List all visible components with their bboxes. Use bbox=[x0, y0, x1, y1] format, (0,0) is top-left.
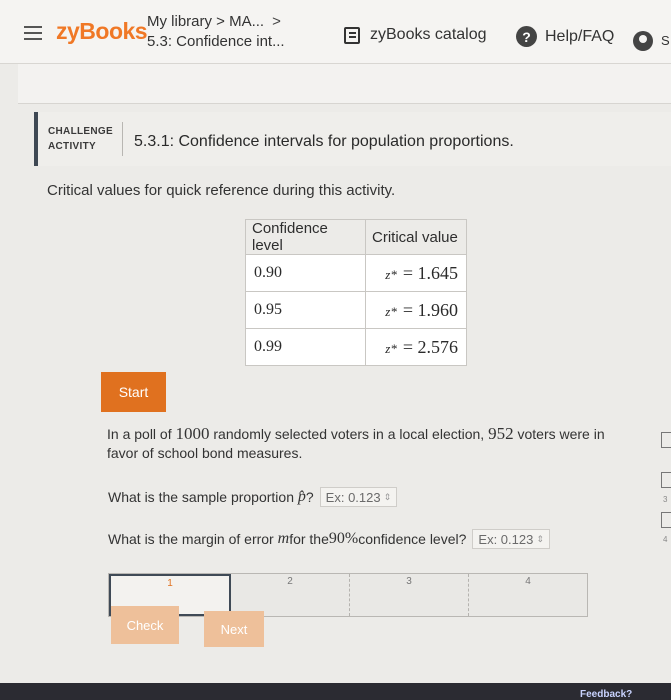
critical-values-table: Confidence level Critical value 0.90 z* =… bbox=[245, 219, 467, 366]
bottom-bar bbox=[0, 683, 671, 700]
help-label: Help/FAQ bbox=[545, 27, 615, 45]
critical-value: = 2.576 bbox=[402, 336, 458, 357]
activity-label-line1: CHALLENGE bbox=[48, 126, 113, 137]
catalog-label: zyBooks catalog bbox=[370, 26, 487, 43]
critical-value-cell: z* = 1.645 bbox=[365, 254, 467, 292]
catalog-link[interactable]: zyBooks catalog bbox=[344, 26, 487, 44]
start-button[interactable]: Start bbox=[101, 372, 166, 412]
table-header-row: Confidence level Critical value bbox=[245, 219, 467, 255]
question-text: What is the margin of error bbox=[108, 531, 274, 547]
step-number: 4 bbox=[525, 576, 531, 587]
spinner-icon[interactable]: ⇕ bbox=[384, 492, 392, 503]
critical-value-cell: z* = 2.576 bbox=[365, 328, 467, 366]
menu-icon[interactable] bbox=[24, 26, 42, 40]
question-text: What is the sample proportion bbox=[108, 489, 294, 505]
breadcrumb[interactable]: My library > MA... > 5.3: Confidence int.… bbox=[147, 12, 285, 52]
problem-text: randomly selected voters in a local elec… bbox=[209, 426, 489, 442]
p-hat-symbol: p̂ bbox=[297, 488, 306, 505]
help-link[interactable]: ? Help/FAQ bbox=[516, 26, 614, 47]
breadcrumb-library[interactable]: My library > MA... bbox=[147, 13, 264, 30]
m-symbol: m bbox=[277, 530, 290, 547]
check-button[interactable]: Check bbox=[111, 606, 179, 644]
sample-size: 1000 bbox=[175, 424, 210, 443]
bookmark-icon[interactable] bbox=[661, 512, 671, 528]
sub-bar bbox=[18, 64, 671, 104]
input-placeholder: Ex: 0.123 bbox=[325, 489, 381, 505]
breadcrumb-section[interactable]: 5.3: Confidence int... bbox=[147, 32, 285, 52]
next-button[interactable]: Next bbox=[204, 611, 264, 647]
confidence-level-cell: 0.90 bbox=[245, 254, 366, 292]
question-margin-of-error: What is the margin of error m for the 90… bbox=[108, 529, 550, 549]
input-placeholder: Ex: 0.123 bbox=[478, 531, 534, 547]
question-text: for the bbox=[289, 531, 329, 547]
margin-of-error-input[interactable]: Ex: 0.123 ⇕ bbox=[472, 529, 550, 549]
critical-value: = 1.645 bbox=[402, 262, 458, 283]
col-header-critical: Critical value bbox=[365, 219, 467, 255]
favor-count: 952 bbox=[488, 424, 514, 443]
table-row: 0.95 z* = 1.960 bbox=[245, 291, 467, 329]
challenge-activity-header: CHALLENGE ACTIVITY 5.3.1: Confidence int… bbox=[34, 112, 671, 166]
bookmark-icon[interactable] bbox=[661, 472, 671, 488]
progress-step-3[interactable]: 3 bbox=[350, 574, 469, 616]
bookmark-icon[interactable] bbox=[661, 432, 671, 448]
step-number: 1 bbox=[167, 578, 173, 589]
critical-value-cell: z* = 1.960 bbox=[365, 291, 467, 329]
question-text: confidence level? bbox=[358, 531, 467, 547]
confidence-level-cell: 0.99 bbox=[245, 328, 366, 366]
user-initial[interactable]: S bbox=[661, 33, 670, 48]
question-text: ? bbox=[305, 489, 314, 505]
z-star: z* bbox=[385, 303, 397, 319]
confidence-level-cell: 0.95 bbox=[245, 291, 366, 329]
feedback-link[interactable]: Feedback? bbox=[580, 689, 632, 700]
progress-bar: 1 2 3 4 bbox=[108, 573, 588, 617]
question-sample-proportion: What is the sample proportion p̂? Ex: 0.… bbox=[108, 487, 398, 507]
zybooks-logo[interactable]: zyBooks bbox=[56, 18, 148, 45]
intro-text: Critical values for quick reference duri… bbox=[47, 182, 396, 199]
confidence-percent: 90% bbox=[328, 530, 359, 547]
critical-value: = 1.960 bbox=[402, 299, 458, 320]
edge-step-number: 3 bbox=[663, 495, 668, 504]
sample-proportion-input[interactable]: Ex: 0.123 ⇕ bbox=[319, 487, 398, 507]
spinner-icon[interactable]: ⇕ bbox=[536, 534, 544, 545]
chevron-right-icon: > bbox=[272, 13, 281, 30]
user-icon[interactable] bbox=[633, 31, 653, 51]
table-row: 0.90 z* = 1.645 bbox=[245, 254, 467, 292]
activity-type-label: CHALLENGE ACTIVITY bbox=[48, 124, 113, 154]
edge-step-number: 4 bbox=[663, 535, 668, 544]
step-number: 3 bbox=[406, 576, 412, 587]
progress-step-4[interactable]: 4 bbox=[469, 574, 587, 616]
step-number: 2 bbox=[287, 576, 293, 587]
top-nav: zyBooks My library > MA... > 5.3: Confide… bbox=[0, 0, 671, 64]
help-icon: ? bbox=[516, 26, 537, 47]
problem-text: In a poll of bbox=[107, 426, 176, 442]
activity-label-line2: ACTIVITY bbox=[48, 141, 96, 152]
progress-step-2[interactable]: 2 bbox=[231, 574, 350, 616]
z-star: z* bbox=[385, 340, 397, 356]
activity-title: 5.3.1: Confidence intervals for populati… bbox=[134, 133, 514, 150]
divider bbox=[122, 122, 123, 156]
z-star: z* bbox=[385, 266, 397, 282]
problem-statement: In a poll of 1000 randomly selected vote… bbox=[107, 424, 607, 463]
col-header-confidence: Confidence level bbox=[245, 219, 366, 255]
table-row: 0.99 z* = 2.576 bbox=[245, 328, 467, 366]
book-icon bbox=[344, 26, 360, 44]
